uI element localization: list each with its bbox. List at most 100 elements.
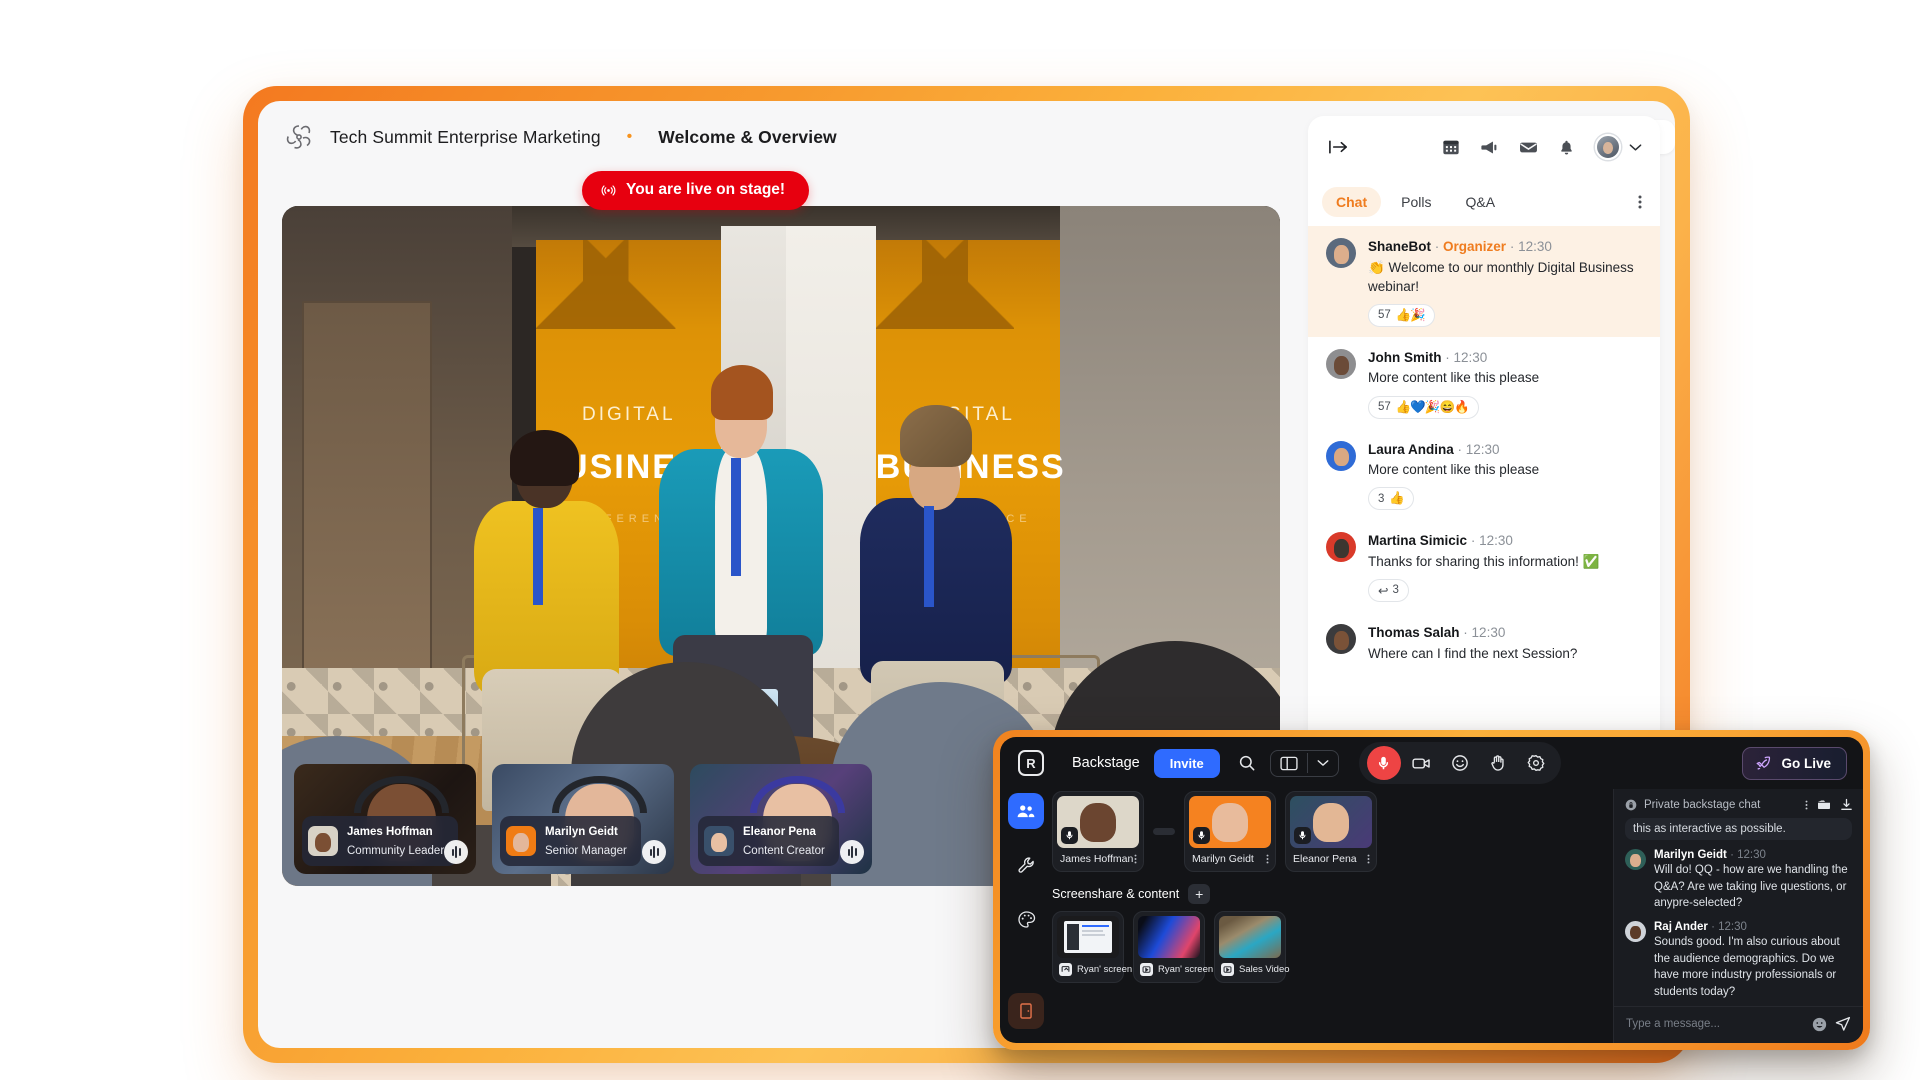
- collapse-panel-icon[interactable]: [1328, 139, 1349, 155]
- bell-icon[interactable]: [1558, 139, 1575, 156]
- chat-message: ShaneBot · Organizer · 12:30 👏 Welcome t…: [1308, 226, 1660, 337]
- message-time: 12:30: [1466, 442, 1500, 457]
- content-thumbnail: [1057, 916, 1119, 958]
- reaction-chip[interactable]: 3 👍: [1368, 487, 1414, 510]
- message-text: 👏 Welcome to our monthly Digital Busines…: [1368, 258, 1642, 296]
- exit-door-icon[interactable]: [1008, 993, 1044, 1029]
- tab-polls[interactable]: Polls: [1387, 187, 1445, 217]
- participant-thumbnail: [1057, 796, 1139, 848]
- layout-icon[interactable]: [1271, 751, 1307, 776]
- send-icon[interactable]: [1835, 1016, 1851, 1032]
- chat-toolbar: [1308, 116, 1660, 178]
- reply-chip[interactable]: ↩ 3: [1368, 579, 1409, 602]
- screenshare-section-header: Screenshare & content +: [1052, 884, 1605, 904]
- speaker-card[interactable]: Marilyn Geidt Senior Manager: [492, 764, 674, 874]
- private-chat-messages[interactable]: this as interactive as possible. Marilyn…: [1614, 818, 1863, 1006]
- participant-tile[interactable]: James Hoffman: [1052, 791, 1144, 872]
- settings-gear-icon[interactable]: [1519, 746, 1553, 780]
- speaker-card[interactable]: James Hoffman Community Leader: [294, 764, 476, 874]
- invite-button[interactable]: Invite: [1154, 749, 1220, 778]
- private-chat-message: Marilyn Geidt · 12:30 Will do! QQ - how …: [1625, 849, 1852, 912]
- chevron-down-icon[interactable]: [1308, 754, 1338, 772]
- kebab-menu-icon[interactable]: [1266, 853, 1269, 865]
- message-reactions: 57 👍💙🎉😄🔥: [1368, 396, 1642, 419]
- message-author: John Smith: [1368, 350, 1442, 365]
- tab-chat[interactable]: Chat: [1322, 187, 1381, 217]
- content-tile[interactable]: Ryan' screen: [1133, 911, 1205, 983]
- message-text: More content like this please: [1368, 368, 1642, 387]
- tile-connector: [1153, 828, 1175, 835]
- reaction-chip[interactable]: 57 👍🎉: [1368, 304, 1435, 327]
- calendar-icon[interactable]: [1442, 138, 1460, 156]
- content-name: Ryan' screen: [1158, 964, 1213, 975]
- message-input-placeholder[interactable]: Type a message...: [1626, 1018, 1804, 1030]
- backstage-main: James Hoffman: [1052, 789, 1613, 1043]
- reaction-count: 57: [1378, 401, 1391, 413]
- chat-message-list[interactable]: ShaneBot · Organizer · 12:30 👏 Welcome t…: [1308, 226, 1660, 806]
- audio-waveform-icon: [642, 840, 666, 864]
- raise-hand-icon[interactable]: [1481, 746, 1515, 780]
- chevron-down-icon[interactable]: [1629, 143, 1642, 152]
- camera-icon[interactable]: [1405, 746, 1439, 780]
- content-thumbnail: [1138, 916, 1200, 958]
- microphone-icon[interactable]: [1061, 827, 1078, 844]
- participant-tile[interactable]: Marilyn Geidt: [1184, 791, 1276, 872]
- backstage-media-controls: [1359, 742, 1561, 784]
- video-icon: [1140, 963, 1153, 976]
- sidebar-item-tools[interactable]: [1008, 847, 1044, 883]
- minimize-icon[interactable]: [1817, 799, 1831, 811]
- message-text: Thanks for sharing this information! ✅: [1368, 552, 1642, 571]
- kebab-menu-icon[interactable]: [1805, 799, 1808, 811]
- message-time: 12:30: [1518, 239, 1552, 254]
- avatar: [1625, 921, 1646, 942]
- kebab-menu-icon[interactable]: [1134, 853, 1137, 865]
- private-chat-header: Private backstage chat: [1614, 789, 1863, 818]
- kebab-menu-icon[interactable]: [1638, 194, 1642, 210]
- message-author: Thomas Salah: [1368, 625, 1460, 640]
- participant-thumbnail: [1290, 796, 1372, 848]
- microphone-icon[interactable]: [1294, 827, 1311, 844]
- reaction-chip[interactable]: 57 👍💙🎉😄🔥: [1368, 396, 1479, 419]
- emoji-icon[interactable]: [1443, 746, 1477, 780]
- megaphone-icon[interactable]: [1480, 139, 1499, 156]
- message-text: Will do! QQ - how are we handling the Q&…: [1654, 862, 1852, 912]
- sidebar-item-people[interactable]: [1008, 793, 1044, 829]
- participant-tile[interactable]: Eleanor Pena: [1285, 791, 1377, 872]
- content-tile[interactable]: Sales Video: [1214, 911, 1286, 983]
- private-chat-input-row[interactable]: Type a message...: [1614, 1006, 1863, 1043]
- go-live-button[interactable]: Go Live: [1742, 747, 1847, 780]
- microphone-icon[interactable]: [1367, 746, 1401, 780]
- tab-qa[interactable]: Q&A: [1451, 187, 1509, 217]
- search-icon[interactable]: [1238, 754, 1256, 772]
- reply-arrow-icon: ↩: [1378, 583, 1387, 598]
- speaker-card[interactable]: Eleanor Pena Content Creator: [690, 764, 872, 874]
- emoji-icon[interactable]: [1812, 1017, 1827, 1032]
- content-tile[interactable]: Ryan' screen: [1052, 911, 1124, 983]
- kebab-menu-icon[interactable]: [1367, 853, 1370, 865]
- message-reactions: ↩ 3: [1368, 579, 1642, 602]
- speaker-name: Marilyn Geidt: [545, 826, 618, 838]
- previous-message-fragment: this as interactive as possible.: [1625, 818, 1852, 840]
- chat-message: Thomas Salah · 12:30 Where can I find th…: [1308, 612, 1660, 673]
- avatar: [1326, 238, 1356, 268]
- microphone-icon[interactable]: [1193, 827, 1210, 844]
- message-reactions: 57 👍🎉: [1368, 304, 1642, 327]
- layout-selector[interactable]: [1270, 750, 1339, 777]
- sidebar-item-branding[interactable]: [1008, 901, 1044, 937]
- avatar: [1326, 624, 1356, 654]
- content-name: Sales Video: [1239, 964, 1290, 975]
- message-text: More content like this please: [1368, 460, 1642, 479]
- backstage-window: R Backstage Invite: [993, 730, 1870, 1050]
- message-time: 12:30: [1718, 921, 1747, 933]
- avatar[interactable]: [1595, 134, 1621, 160]
- download-icon[interactable]: [1840, 798, 1853, 811]
- participant-name: James Hoffman: [1060, 853, 1133, 865]
- message-time: 12:30: [1737, 849, 1766, 861]
- private-backstage-chat: Private backstage chat: [1613, 789, 1863, 1043]
- live-on-stage-banner: You are live on stage!: [582, 171, 809, 210]
- private-chat-title: Private backstage chat: [1644, 799, 1760, 811]
- content-thumbnail: [1219, 916, 1281, 958]
- envelope-icon[interactable]: [1519, 140, 1538, 155]
- message-reactions: 3 👍: [1368, 487, 1642, 510]
- add-content-button[interactable]: +: [1188, 884, 1210, 904]
